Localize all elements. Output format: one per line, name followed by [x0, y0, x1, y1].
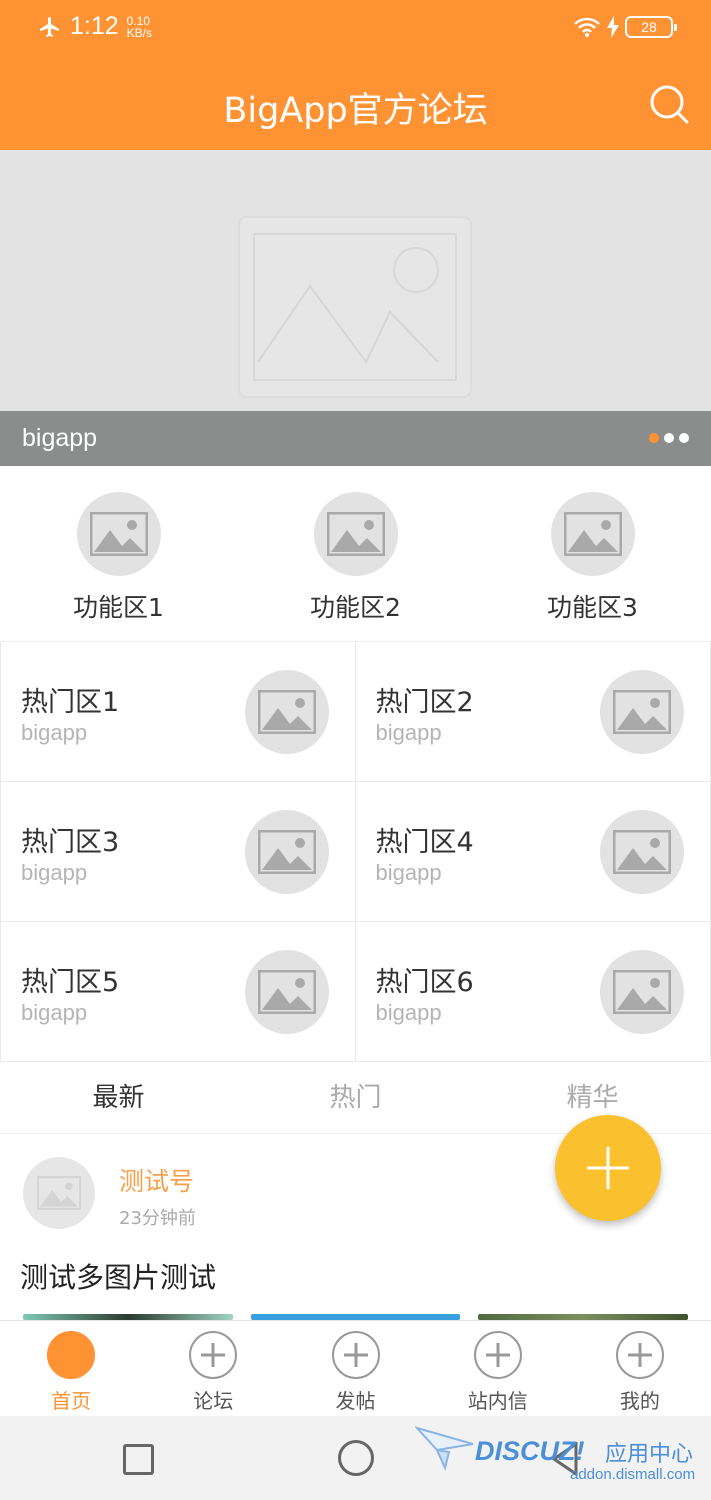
- paper-plane-icon: [413, 1426, 474, 1472]
- status-right: 28: [573, 16, 677, 38]
- banner-carousel[interactable]: bigapp: [0, 150, 711, 466]
- hot-area-name: 热门区6: [375, 967, 474, 998]
- image-placeholder-icon: [244, 670, 329, 754]
- function-area-1[interactable]: 功能区1: [0, 466, 237, 641]
- image-placeholder-icon: [238, 216, 472, 398]
- function-area-3[interactable]: 功能区3: [474, 466, 711, 641]
- hot-area-subtitle: bigapp: [21, 1000, 88, 1025]
- image-placeholder-icon: [550, 492, 635, 576]
- hot-area-name: 热门区4: [375, 827, 474, 858]
- watermark-brand: DISCUZ!: [475, 1436, 585, 1466]
- function-area-label: 功能区1: [73, 593, 164, 622]
- image-placeholder-icon: [313, 492, 398, 576]
- hot-area-4[interactable]: 热门区4 bigapp: [355, 782, 711, 922]
- nav-label: 站内信: [467, 1389, 528, 1413]
- hot-area-subtitle: bigapp: [375, 720, 442, 745]
- status-bar: 1:12 0.10 KB/s 28: [0, 0, 711, 58]
- status-left: 1:12 0.10 KB/s: [38, 12, 152, 41]
- home-button[interactable]: [338, 1440, 374, 1476]
- image-placeholder-icon: [600, 810, 684, 894]
- hot-area-name: 热门区3: [21, 827, 120, 858]
- function-area-label: 功能区3: [547, 593, 638, 622]
- bottom-nav: 首页 论坛 发帖 站内信 我的: [0, 1320, 711, 1416]
- hot-area-name: 热门区1: [21, 687, 120, 718]
- image-placeholder-icon: [600, 670, 684, 754]
- banner-caption: bigapp: [0, 411, 711, 466]
- hot-area-5[interactable]: 热门区5 bigapp: [0, 922, 356, 1062]
- app-header: BigApp官方论坛: [0, 58, 711, 150]
- banner-caption-text: bigapp: [22, 424, 98, 452]
- watermark: DISCUZ! 应用中心 addon.dismall.com: [413, 1422, 695, 1483]
- carousel-dot: [679, 433, 689, 443]
- function-area-2[interactable]: 功能区2: [237, 466, 474, 641]
- hot-area-name: 热门区5: [21, 967, 120, 998]
- hot-area-subtitle: bigapp: [21, 720, 88, 745]
- recents-button[interactable]: [123, 1444, 154, 1475]
- post-author[interactable]: 测试号: [119, 1162, 194, 1198]
- tab-latest[interactable]: 最新: [0, 1062, 237, 1133]
- function-areas: 功能区1 功能区2 功能区3: [0, 466, 711, 642]
- carousel-dot-active: [649, 433, 659, 443]
- watermark-url: addon.dismall.com: [570, 1466, 696, 1483]
- plus-circle-icon: [189, 1331, 238, 1379]
- nav-label: 论坛: [193, 1389, 234, 1413]
- function-area-label: 功能区2: [310, 593, 401, 622]
- image-placeholder-icon: [244, 810, 329, 894]
- carousel-indicator: [649, 433, 689, 443]
- nav-post[interactable]: 发帖: [284, 1321, 426, 1416]
- image-placeholder-icon: [244, 950, 329, 1034]
- plus-circle-icon: [331, 1331, 380, 1379]
- plus-circle-icon: [615, 1331, 664, 1379]
- battery-icon: 28: [625, 16, 677, 38]
- nav-label: 我的: [619, 1389, 660, 1413]
- hot-area-3[interactable]: 热门区3 bigapp: [0, 782, 356, 922]
- hot-area-subtitle: bigapp: [375, 860, 442, 885]
- search-icon[interactable]: [649, 84, 689, 124]
- nav-label: 发帖: [335, 1389, 376, 1413]
- hot-area-6[interactable]: 热门区6 bigapp: [355, 922, 711, 1062]
- post-title[interactable]: 测试多图片测试: [20, 1256, 216, 1296]
- avatar[interactable]: [23, 1157, 95, 1229]
- post-time: 23分钟前: [119, 1208, 196, 1229]
- nav-label: 首页: [51, 1389, 92, 1413]
- charging-icon: [607, 16, 619, 38]
- nav-forum[interactable]: 论坛: [142, 1321, 284, 1416]
- plus-circle-icon: [473, 1331, 522, 1379]
- nav-home[interactable]: 首页: [0, 1321, 142, 1416]
- plus-icon: [587, 1147, 629, 1189]
- airplane-icon: [40, 16, 59, 37]
- clock: 1:12: [70, 12, 119, 40]
- tab-hot[interactable]: 热门: [237, 1062, 474, 1133]
- carousel-dot: [664, 433, 674, 443]
- nav-messages[interactable]: 站内信: [427, 1321, 569, 1416]
- hot-area-1[interactable]: 热门区1 bigapp: [0, 642, 356, 782]
- network-speed: 0.10 KB/s: [127, 15, 152, 39]
- image-placeholder-icon: [600, 950, 684, 1034]
- hot-areas-grid: 热门区1 bigapp 热门区2 bigapp 热门区3 bigapp 热门区4…: [0, 642, 711, 1062]
- hot-area-2[interactable]: 热门区2 bigapp: [355, 642, 711, 782]
- hot-area-subtitle: bigapp: [375, 1000, 442, 1025]
- watermark-cn: 应用中心: [605, 1442, 694, 1467]
- hot-area-subtitle: bigapp: [21, 860, 88, 885]
- system-nav-bar: DISCUZ! 应用中心 addon.dismall.com: [0, 1416, 711, 1500]
- wifi-icon: [574, 17, 600, 37]
- nav-profile[interactable]: 我的: [569, 1321, 711, 1416]
- speed-unit: KB/s: [126, 25, 153, 40]
- image-placeholder-icon: [76, 492, 161, 576]
- new-post-fab[interactable]: [555, 1115, 661, 1221]
- page-title: BigApp官方论坛: [223, 91, 488, 131]
- hot-area-name: 热门区2: [375, 687, 474, 718]
- home-icon: [47, 1331, 96, 1379]
